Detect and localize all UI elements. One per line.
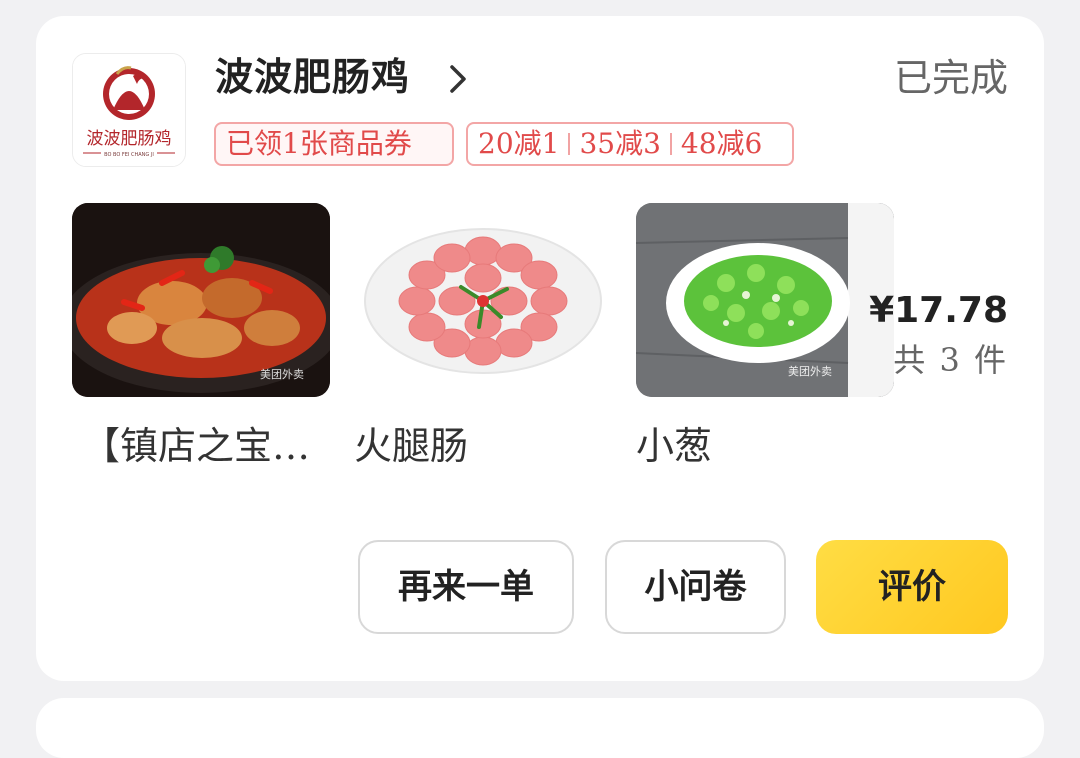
discount-tier: 48减6: [680, 127, 763, 160]
reorder-button[interactable]: 再来一单: [358, 540, 574, 634]
order-card[interactable]: 波波肥肠鸡 BO BO FEI CHANG JI 波波肥肠鸡 已完成 已领1张商…: [36, 16, 1044, 681]
logo-subtext: BO BO FEI CHANG JI: [104, 152, 154, 158]
watermark-text: 美团外卖: [260, 368, 304, 381]
item-name: 火腿肠: [354, 424, 469, 468]
watermark-text: 美团外卖: [788, 365, 832, 378]
item-image-ham-sausage[interactable]: [354, 203, 612, 397]
item-name: 【镇店之宝…: [82, 424, 311, 468]
divider: [568, 132, 571, 155]
logo-text: 波波肥肠鸡: [87, 129, 172, 149]
shop-logo-image: 波波肥肠鸡 BO BO FEI CHANG JI: [73, 54, 185, 166]
discount-tier: 35减3: [579, 127, 661, 160]
shop-name[interactable]: 波波肥肠鸡: [215, 52, 410, 102]
chevron-right-icon[interactable]: [444, 62, 472, 96]
divider: [669, 132, 672, 155]
next-order-card[interactable]: [36, 698, 1044, 758]
item-image-chicken[interactable]: 美团外卖: [72, 203, 330, 397]
order-total-price: ¥17.78: [869, 290, 1008, 331]
discount-tier: 20减1: [478, 127, 560, 160]
review-button[interactable]: 评价: [816, 540, 1008, 634]
item-name: 小葱: [636, 424, 713, 468]
item-count: 共 3 件: [893, 341, 1008, 379]
shop-logo[interactable]: 波波肥肠鸡 BO BO FEI CHANG JI: [72, 53, 186, 167]
order-status: 已完成: [893, 56, 1008, 100]
claimed-coupon-badge: 已领1张商品券: [214, 122, 454, 166]
survey-button[interactable]: 小问卷: [605, 540, 786, 634]
discount-badge: 20减1 35减3 48减6: [466, 122, 794, 166]
item-image-scallion[interactable]: 美团外卖: [636, 203, 894, 397]
